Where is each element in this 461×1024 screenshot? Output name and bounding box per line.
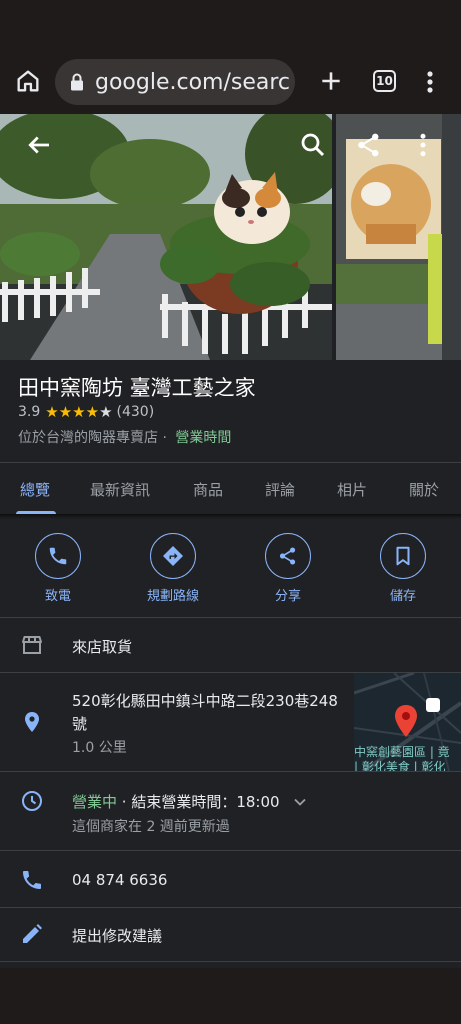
- place-title: 田中窯陶坊 臺灣工藝之家: [18, 376, 256, 400]
- map-label-2: | 彰化美食 | 彰化: [354, 760, 446, 771]
- divider: [0, 617, 461, 618]
- address-line2[interactable]: 號: [72, 713, 87, 734]
- photo-menu-button[interactable]: [408, 130, 438, 160]
- search-button[interactable]: [298, 130, 328, 160]
- divider: [0, 850, 461, 851]
- tab-updates[interactable]: 最新資訊: [90, 479, 150, 500]
- clock-icon: [22, 791, 42, 811]
- more-vert-icon: [420, 133, 426, 157]
- storefront-icon: [22, 636, 42, 654]
- tab-count: 10: [376, 74, 393, 88]
- directions-label: 規劃路線: [146, 589, 199, 604]
- suggest-edit[interactable]: 提出修改建議: [72, 925, 162, 946]
- bookmark-icon: [396, 546, 410, 566]
- directions-icon: [163, 546, 183, 566]
- phone-number[interactable]: 04 874 6636: [72, 871, 167, 889]
- divider: [0, 907, 461, 908]
- save-label: 儲存: [389, 589, 416, 604]
- lock-icon: [71, 73, 83, 91]
- directions-button[interactable]: 規劃路線: [123, 533, 223, 604]
- url-text: google.com/searc: [95, 69, 291, 95]
- arrow-back-icon: [28, 136, 49, 154]
- photo-carousel[interactable]: [0, 114, 461, 360]
- browser-menu-button[interactable]: [420, 69, 440, 95]
- back-button[interactable]: [24, 130, 54, 160]
- divider: [0, 961, 461, 962]
- hours-summary[interactable]: 營業中 · 結束營業時間：18:00: [72, 791, 280, 812]
- location-pin-icon: [25, 712, 39, 732]
- share-photo-button[interactable]: [354, 130, 384, 160]
- new-tab-button[interactable]: [318, 68, 344, 94]
- phone-icon: [23, 871, 41, 889]
- tab-photos[interactable]: 相片: [337, 479, 367, 500]
- pickup-text[interactable]: 來店取貨: [72, 636, 132, 657]
- star-filled-icon: ★: [45, 403, 59, 421]
- call-label: 致電: [44, 589, 71, 604]
- share-icon: [279, 547, 296, 565]
- category-row: 位於台灣的陶器專賣店 · 營業時間: [18, 427, 231, 447]
- save-button-circle: [380, 533, 426, 579]
- more-vert-icon: [427, 71, 433, 93]
- open-status: 營業中: [72, 793, 118, 811]
- save-button[interactable]: 儲存: [353, 533, 453, 604]
- phone-icon: [49, 547, 67, 565]
- pencil-icon: [23, 924, 42, 943]
- rating-stars: ★★★★★: [45, 403, 112, 421]
- tab-overview[interactable]: 總覽: [20, 479, 50, 500]
- home-button[interactable]: [14, 67, 42, 95]
- divider: [0, 771, 461, 772]
- tabs-shadow: [0, 514, 461, 519]
- place-photo-secondary[interactable]: [336, 114, 461, 360]
- tab-reviews[interactable]: 評論: [265, 479, 295, 500]
- star-empty-icon: ★: [99, 403, 113, 421]
- address-bar[interactable]: google.com/searc: [55, 59, 295, 105]
- tab-products[interactable]: 商品: [193, 479, 223, 500]
- navigation-bar: [0, 968, 461, 1024]
- place-category: 位於台灣的陶器專賣店 ·: [18, 430, 167, 446]
- share-label: 分享: [274, 589, 301, 604]
- star-filled-icon: ★: [58, 403, 73, 421]
- call-button-circle: [35, 533, 81, 579]
- review-count: (430): [116, 404, 155, 420]
- distance-text: 1.0 公里: [72, 740, 127, 756]
- place-tabs: 總覽 最新資訊 商品 評論 相片 關於: [0, 462, 461, 514]
- star-filled-icon: ★: [72, 403, 86, 421]
- place-photo-main[interactable]: [0, 114, 332, 360]
- share-icon: [358, 133, 379, 157]
- rating-value: 3.9: [18, 404, 41, 420]
- chevron-down-icon[interactable]: [290, 792, 310, 812]
- updated-text: 這個商家在 2 週前更新過: [72, 819, 230, 835]
- closing-time: · 結束營業時間：18:00: [117, 793, 280, 811]
- search-icon: [301, 133, 325, 157]
- hours-link[interactable]: 營業時間: [175, 430, 231, 446]
- star-filled-icon: ★: [85, 403, 100, 421]
- share-button-circle: [265, 533, 311, 579]
- call-button[interactable]: 致電: [8, 533, 108, 604]
- plus-icon: [322, 72, 340, 90]
- tab-switcher-button[interactable]: 10: [373, 70, 396, 92]
- status-bar: [0, 0, 461, 52]
- directions-button-circle: [150, 533, 196, 579]
- map-thumbnail[interactable]: 中窯創藝園區 | 竟 | 彰化美食 | 彰化: [354, 673, 461, 771]
- tab-about[interactable]: 關於: [409, 479, 439, 500]
- home-icon: [17, 70, 39, 92]
- browser-toolbar: google.com/searc 10: [0, 52, 461, 114]
- address-line1[interactable]: 520彰化縣田中鎮斗中路二段230巷248: [72, 690, 338, 711]
- share-button[interactable]: 分享: [238, 533, 338, 604]
- rating-row[interactable]: 3.9 ★★★★★ (430): [18, 403, 154, 421]
